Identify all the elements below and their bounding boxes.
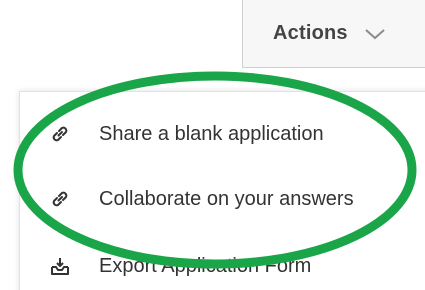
menu-item-collaborate-on-answers[interactable]: Collaborate on your answers (20, 177, 425, 221)
screen: Actions Share a blank application Collab… (0, 0, 425, 290)
menu-item-label: Collaborate on your answers (99, 187, 354, 210)
link-icon (49, 188, 71, 210)
menu-item-export-application-form[interactable]: Export Application Form (20, 244, 425, 288)
chevron-down-icon (364, 27, 386, 41)
menu-item-share-blank-application[interactable]: Share a blank application (20, 112, 425, 156)
actions-menu: Share a blank application Collaborate on… (19, 91, 425, 290)
menu-item-label: Export Application Form (99, 254, 312, 277)
actions-dropdown-button[interactable]: Actions (242, 0, 425, 68)
menu-item-label: Share a blank application (99, 122, 324, 145)
export-icon (49, 255, 71, 277)
link-icon (49, 123, 71, 145)
actions-label: Actions (273, 22, 348, 44)
